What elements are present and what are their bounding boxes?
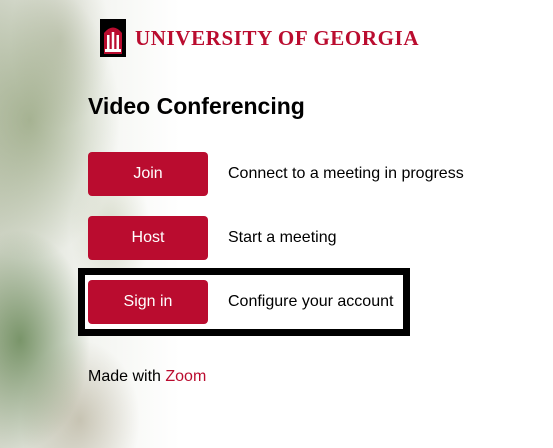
university-logo[interactable]: UNIVERSITY OF GEORGIA (100, 18, 419, 58)
page-title: Video Conferencing (88, 93, 305, 119)
zoom-link[interactable]: Zoom (165, 368, 206, 385)
sign-in-row: Sign in Configure your account (88, 280, 393, 324)
footer-prefix: Made with (88, 368, 161, 385)
host-description: Start a meeting (228, 229, 337, 246)
arch-icon (100, 19, 126, 57)
sign-in-description: Configure your account (228, 293, 394, 310)
join-description: Connect to a meeting in progress (228, 165, 464, 182)
join-button[interactable]: Join (88, 152, 208, 196)
footer: Made with Zoom (88, 368, 206, 386)
university-name: UNIVERSITY OF GEORGIA (135, 25, 420, 50)
sign-in-button[interactable]: Sign in (88, 280, 208, 324)
join-row: Join Connect to a meeting in progress (88, 152, 464, 196)
host-button[interactable]: Host (88, 216, 208, 260)
host-row: Host Start a meeting (88, 216, 337, 260)
